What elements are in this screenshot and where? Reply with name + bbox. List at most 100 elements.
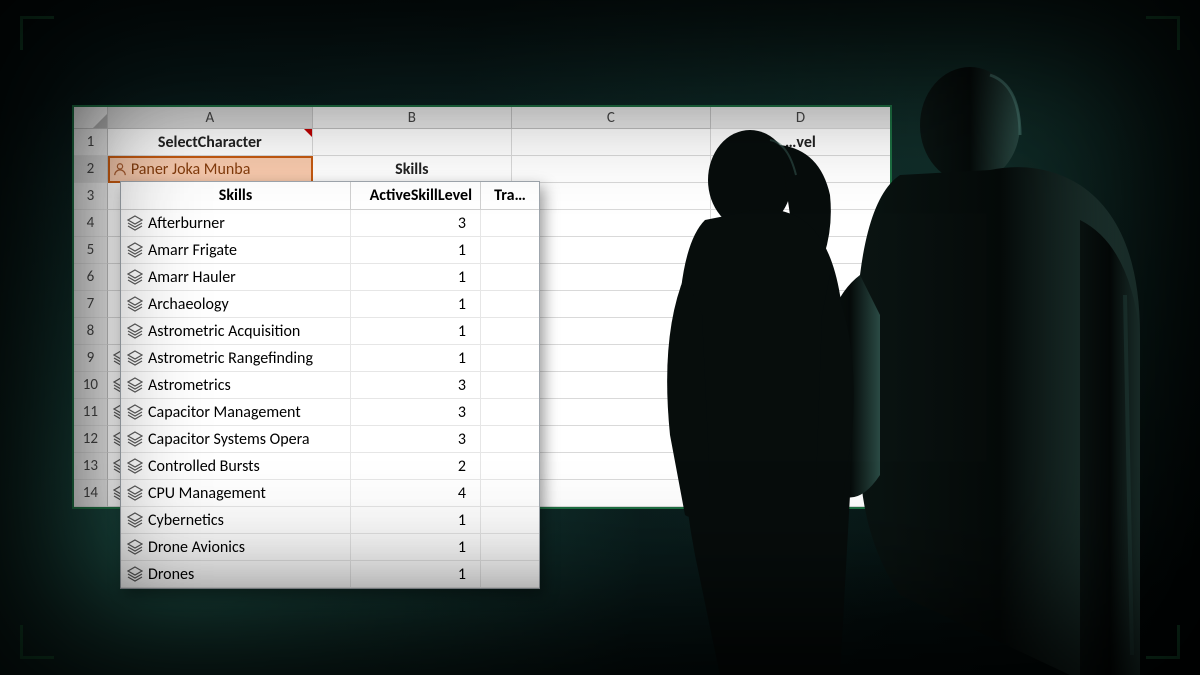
row-header[interactable]: 5 <box>74 237 108 264</box>
skill-row[interactable]: Astrometrics 3 <box>121 372 539 399</box>
row-header[interactable]: 12 <box>74 426 108 453</box>
cell[interactable] <box>711 453 890 480</box>
cell[interactable] <box>711 291 890 318</box>
popup-header-skills[interactable]: Skills <box>121 182 351 209</box>
skill-trained-level <box>481 291 539 317</box>
skill-row[interactable]: Afterburner 3 <box>121 210 539 237</box>
cell[interactable] <box>512 264 711 291</box>
column-header-a[interactable]: A <box>108 107 313 129</box>
skill-name: Astrometric Rangefinding <box>148 349 313 368</box>
cell[interactable] <box>512 345 711 372</box>
column-header-b[interactable]: B <box>313 107 512 129</box>
cell-b1[interactable] <box>313 129 512 156</box>
skill-row[interactable]: Capacitor Management3 <box>121 399 539 426</box>
cell-c2[interactable] <box>512 156 711 183</box>
cell[interactable] <box>711 318 890 345</box>
cell-d1[interactable]: …vel <box>711 129 890 156</box>
skill-row[interactable]: CPU Management4 <box>121 480 539 507</box>
cell[interactable] <box>512 237 711 264</box>
row-header[interactable]: 8 <box>74 318 108 345</box>
skill-row[interactable]: Capacitor Systems Opera3 <box>121 426 539 453</box>
cell[interactable] <box>512 426 711 453</box>
skill-name: Amarr Frigate <box>148 241 237 260</box>
skill-icon <box>127 350 143 366</box>
column-header-c[interactable]: C <box>512 107 711 129</box>
skill-name: Astrometrics <box>148 376 231 395</box>
cell[interactable] <box>711 372 890 399</box>
skill-row[interactable]: Amarr Hauler 1 <box>121 264 539 291</box>
cell[interactable] <box>512 399 711 426</box>
row-header[interactable]: 2 <box>74 156 108 183</box>
column-header-d[interactable]: D <box>711 107 890 129</box>
skill-active-level: 3 <box>351 372 481 398</box>
cell[interactable] <box>711 345 890 372</box>
cell[interactable] <box>512 453 711 480</box>
cell[interactable] <box>711 426 890 453</box>
skill-trained-level <box>481 237 539 263</box>
cell-a2-selected[interactable]: Paner Joka Munba <box>108 156 313 183</box>
row-header[interactable]: 1 <box>74 129 108 156</box>
skill-name: CPU Management <box>148 484 266 503</box>
skill-active-level: 1 <box>351 345 481 371</box>
row-header[interactable]: 13 <box>74 453 108 480</box>
cell[interactable] <box>512 318 711 345</box>
row-header[interactable]: 9 <box>74 345 108 372</box>
popup-header-trained[interactable]: Tra… <box>481 182 539 209</box>
row-header[interactable]: 6 <box>74 264 108 291</box>
cell-b2[interactable]: Skills <box>313 156 512 183</box>
skill-row[interactable]: Archaeology1 <box>121 291 539 318</box>
skill-row[interactable]: Astrometric Rangefinding 1 <box>121 345 539 372</box>
skill-icon <box>127 431 143 447</box>
skill-row[interactable]: Controlled Bursts 2 <box>121 453 539 480</box>
skill-trained-level <box>481 507 539 533</box>
skill-name: Afterburner <box>148 214 225 233</box>
skill-active-level: 3 <box>351 426 481 452</box>
cell[interactable] <box>512 210 711 237</box>
cell[interactable] <box>512 480 711 507</box>
skill-row[interactable]: Amarr Frigate 1 <box>121 237 539 264</box>
row-header[interactable]: 14 <box>74 480 108 507</box>
skill-trained-level <box>481 480 539 506</box>
row-header[interactable]: 3 <box>74 183 108 210</box>
skills-popup[interactable]: Skills ActiveSkillLevel Tra… Afterburner… <box>120 181 540 589</box>
skill-active-level: 1 <box>351 237 481 263</box>
skill-name: Drone Avionics <box>148 538 245 557</box>
skill-name: Capacitor Management <box>148 403 301 422</box>
crop-mark <box>20 16 54 50</box>
skill-row[interactable]: Drones1 <box>121 561 539 588</box>
cell[interactable] <box>711 480 890 507</box>
row-header[interactable]: 4 <box>74 210 108 237</box>
skill-name: Controlled Bursts <box>148 457 260 476</box>
cell[interactable] <box>711 237 890 264</box>
cell-a1[interactable]: SelectCharacter <box>108 129 313 156</box>
cell[interactable] <box>711 399 890 426</box>
skill-icon <box>127 512 143 528</box>
popup-header-active-level[interactable]: ActiveSkillLevel <box>351 182 481 209</box>
skill-trained-level <box>481 399 539 425</box>
cell[interactable] <box>711 264 890 291</box>
skill-row[interactable]: Drone Avionics1 <box>121 534 539 561</box>
cell-d2[interactable] <box>711 156 890 183</box>
skill-trained-level <box>481 453 539 479</box>
skill-icon <box>127 539 143 555</box>
select-all-corner[interactable] <box>74 107 108 129</box>
skill-name: Cybernetics <box>148 511 224 530</box>
cell-d3[interactable]: …illPoi <box>711 183 890 210</box>
skill-row[interactable]: Cybernetics 1 <box>121 507 539 534</box>
skill-active-level: 2 <box>351 453 481 479</box>
skill-active-level: 3 <box>351 210 481 236</box>
cell-c1[interactable] <box>512 129 711 156</box>
row-header[interactable]: 7 <box>74 291 108 318</box>
skill-active-level: 1 <box>351 507 481 533</box>
skill-trained-level <box>481 210 539 236</box>
cell[interactable]: 3 <box>711 210 890 237</box>
cell[interactable] <box>512 183 711 210</box>
row-header[interactable]: 10 <box>74 372 108 399</box>
skill-row[interactable]: Astrometric Acquisition1 <box>121 318 539 345</box>
skill-active-level: 1 <box>351 264 481 290</box>
row-header[interactable]: 11 <box>74 399 108 426</box>
cell[interactable] <box>512 372 711 399</box>
cell[interactable] <box>512 291 711 318</box>
skill-name: Amarr Hauler <box>148 268 236 287</box>
skill-icon <box>127 404 143 420</box>
